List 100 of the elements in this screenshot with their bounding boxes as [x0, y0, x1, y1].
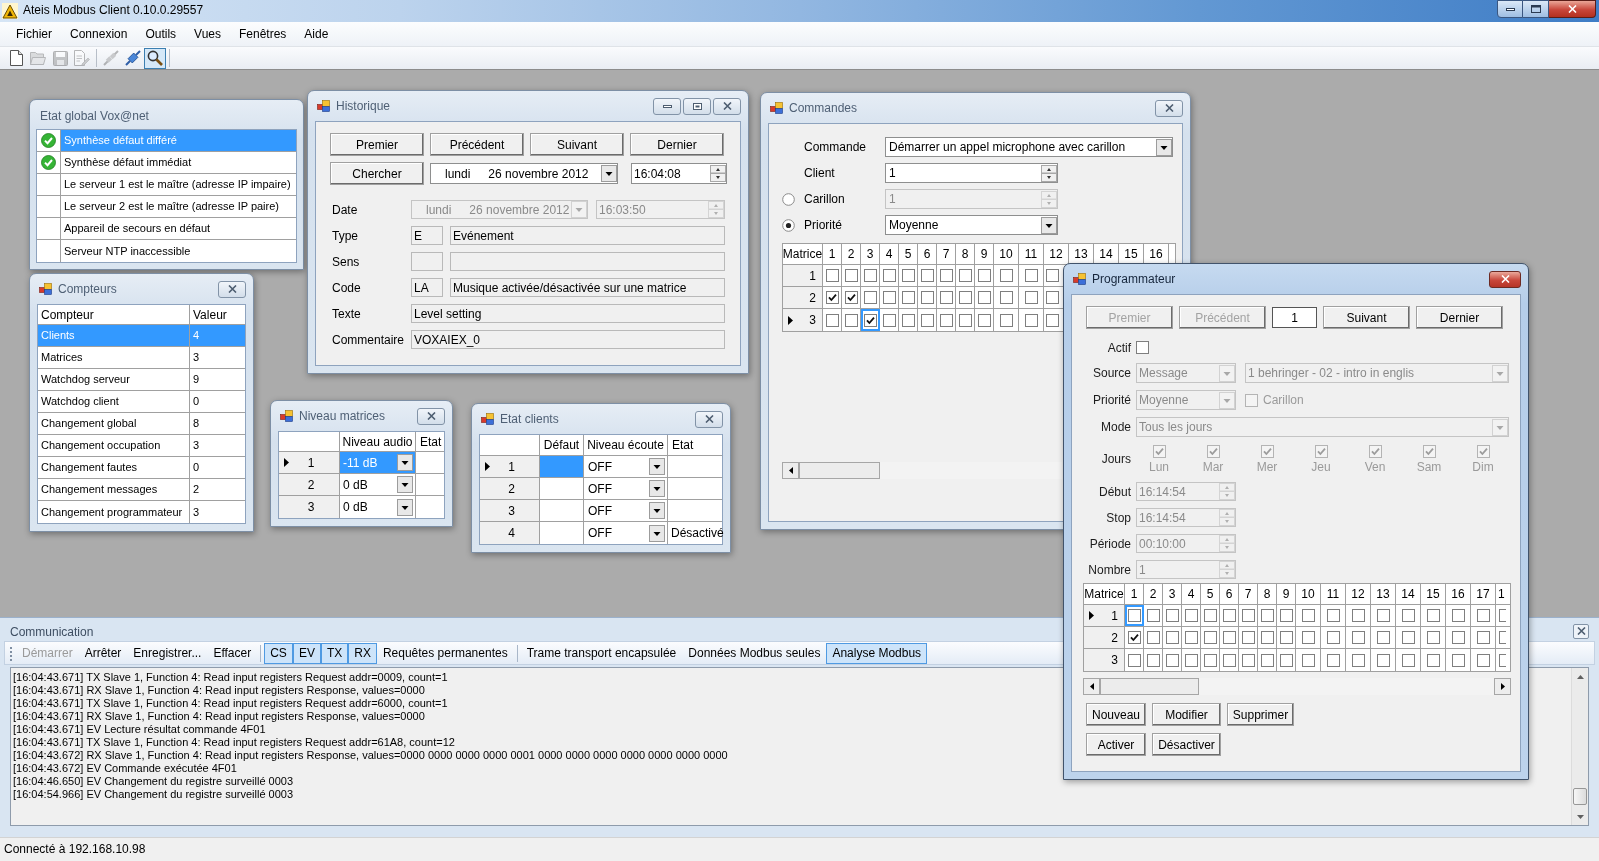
grid-cell[interactable] — [861, 287, 880, 308]
dropdown[interactable]: Démarrer un appel microphone avec carillon — [885, 137, 1173, 157]
checkbox[interactable] — [977, 291, 991, 304]
minimize-button[interactable] — [1497, 0, 1523, 18]
new-button[interactable]: Nouveau — [1086, 703, 1146, 726]
checkbox[interactable] — [1222, 609, 1236, 622]
grid-cell[interactable] — [842, 287, 861, 308]
column-header[interactable]: 17 — [1471, 584, 1496, 604]
row-header[interactable]: 4 — [480, 522, 540, 544]
last-button[interactable]: Dernier — [1416, 306, 1503, 329]
column-header[interactable]: 8 — [1258, 584, 1277, 604]
text-field[interactable]: Evénement — [450, 226, 725, 245]
checkbox[interactable] — [1146, 653, 1160, 667]
grid-cell[interactable] — [1182, 649, 1201, 671]
grid-cell[interactable] — [1144, 627, 1163, 648]
vertical-scrollbar[interactable] — [1571, 668, 1588, 825]
menu-item[interactable]: Connexion — [61, 22, 137, 46]
row-header[interactable]: 1 — [783, 265, 823, 286]
checkbox[interactable] — [1326, 653, 1340, 667]
column-header[interactable]: Etat — [416, 432, 444, 451]
column-header[interactable]: Matrice — [1084, 584, 1125, 604]
grid-cell[interactable] — [975, 287, 994, 308]
grid-cell[interactable] — [1201, 649, 1220, 671]
grid-cell[interactable] — [823, 287, 842, 308]
checkbox[interactable] — [1222, 631, 1236, 644]
grid-cell[interactable] — [1239, 627, 1258, 648]
dropdown-cell[interactable]: 0 dB — [340, 474, 416, 495]
grid-cell[interactable] — [937, 287, 956, 308]
grid-cell[interactable] — [918, 265, 937, 286]
grid-cell[interactable] — [1125, 627, 1144, 648]
scrollbar-thumb[interactable] — [1573, 788, 1587, 805]
checkbox[interactable] — [1326, 631, 1340, 644]
checkbox[interactable] — [1127, 653, 1141, 667]
column-header[interactable]: 4 — [880, 244, 899, 264]
grid-cell[interactable] — [956, 287, 975, 308]
spin-arrows-icon[interactable] — [1041, 164, 1057, 182]
text-field[interactable] — [450, 252, 725, 271]
text-field[interactable]: LA — [411, 278, 443, 297]
checkbox[interactable] — [825, 269, 839, 282]
toggle-button[interactable]: TX — [320, 642, 349, 664]
toolbar-button[interactable] — [144, 47, 166, 69]
grid-cell[interactable] — [918, 309, 937, 331]
toggle-button[interactable]: Analyse Modbus — [826, 642, 928, 664]
column-header[interactable]: 8 — [956, 244, 975, 264]
checkbox[interactable] — [1184, 609, 1198, 622]
text-field[interactable]: VOXAIEX_0 — [411, 330, 725, 349]
checkbox[interactable] — [1279, 631, 1293, 644]
checkbox[interactable] — [1184, 631, 1198, 644]
grid-cell[interactable] — [1182, 627, 1201, 648]
scroll-left-button[interactable] — [782, 462, 799, 479]
checkbox[interactable] — [901, 291, 915, 304]
grid-cell[interactable] — [880, 309, 899, 331]
column-header[interactable]: Défaut — [540, 435, 584, 455]
checkbox[interactable] — [1136, 341, 1149, 354]
grid-cell[interactable] — [861, 265, 880, 286]
checkbox[interactable] — [1241, 609, 1255, 622]
scroll-left-button[interactable] — [1083, 678, 1100, 695]
text-field[interactable] — [411, 252, 443, 271]
toolbar-button[interactable]: Enregistrer... — [127, 642, 208, 664]
minimize-button[interactable] — [653, 97, 681, 115]
column-header[interactable]: 1 — [823, 244, 842, 264]
checkbox[interactable] — [1184, 653, 1198, 667]
column-header[interactable]: Niveau audio — [340, 432, 416, 451]
column-header[interactable]: 13 — [1371, 584, 1396, 604]
column-header[interactable]: 12 — [1346, 584, 1371, 604]
column-header[interactable]: 9 — [975, 244, 994, 264]
checkbox[interactable] — [1451, 609, 1465, 622]
activate-button[interactable]: Activer — [1086, 733, 1146, 756]
close-button[interactable] — [1573, 623, 1589, 639]
row-header[interactable]: 1 — [480, 456, 540, 477]
checkbox[interactable] — [1203, 631, 1217, 644]
checkbox[interactable] — [1045, 291, 1059, 304]
menu-item[interactable]: Aide — [295, 22, 338, 46]
grid-cell[interactable] — [880, 265, 899, 286]
grid-cell[interactable] — [1277, 605, 1296, 626]
toggle-button[interactable]: CS — [264, 642, 293, 664]
grid-cell[interactable] — [1144, 605, 1163, 626]
toolbar-button[interactable]: Effacer — [207, 642, 258, 664]
checkbox[interactable] — [939, 269, 953, 282]
menu-item[interactable]: Fenêtres — [230, 22, 296, 46]
toolbar-button[interactable]: Arrêter — [78, 642, 128, 664]
checkbox[interactable] — [1146, 609, 1160, 622]
grid-cell[interactable] — [956, 309, 975, 331]
grid-cell[interactable] — [1277, 649, 1296, 671]
grid-cell[interactable] — [1220, 649, 1239, 671]
grid-cell[interactable] — [880, 287, 899, 308]
grid-cell[interactable] — [1144, 649, 1163, 671]
checkbox[interactable] — [1451, 631, 1465, 644]
column-header[interactable]: 5 — [1201, 584, 1220, 604]
text-field[interactable]: Level setting — [411, 304, 725, 323]
column-header[interactable]: 6 — [918, 244, 937, 264]
checkbox[interactable] — [882, 291, 896, 304]
column-header[interactable]: 1 — [1496, 584, 1510, 604]
checkbox[interactable] — [999, 291, 1013, 304]
checkbox[interactable] — [999, 313, 1013, 327]
column-header[interactable]: 9 — [1277, 584, 1296, 604]
checkbox[interactable] — [863, 291, 877, 304]
checkbox[interactable] — [1476, 653, 1490, 667]
table-cell[interactable]: Changement messages — [38, 479, 190, 500]
grid-cell[interactable] — [1182, 605, 1201, 626]
